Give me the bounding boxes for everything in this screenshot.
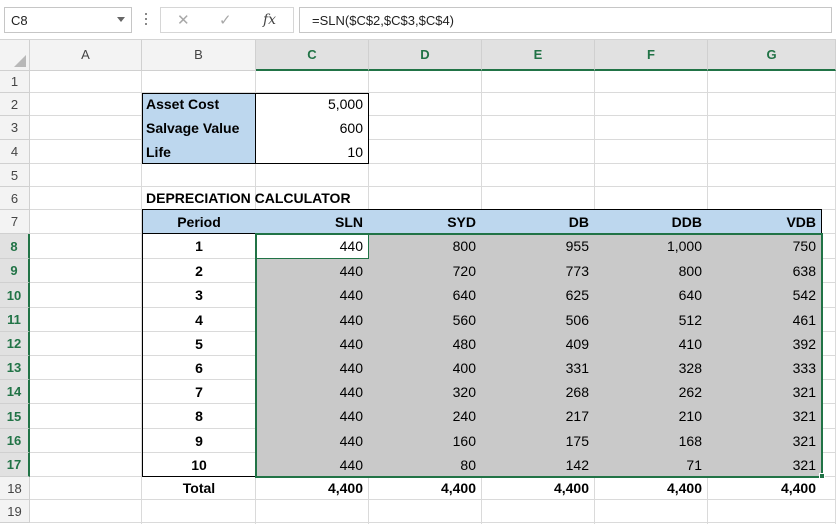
period-cell[interactable]: 5	[142, 332, 256, 356]
worksheet-grid[interactable]: A B C D E F G 1 2 3 4 5 6 7 8 9 10 11 12 13 14 15 16 17 18 19 Asse…	[0, 40, 836, 524]
row-header-11[interactable]: 11	[0, 308, 30, 332]
column-title-period[interactable]: Period	[142, 210, 256, 234]
column-header-e[interactable]: E	[482, 40, 595, 71]
column-title-db[interactable]: DB	[482, 210, 595, 234]
row-header-12[interactable]: 12	[0, 332, 30, 356]
selection-range[interactable]	[255, 233, 823, 478]
row-header-1[interactable]: 1	[0, 71, 30, 93]
row-header-5[interactable]: 5	[0, 164, 30, 187]
period-cell[interactable]: 7	[142, 380, 256, 404]
row-header-16[interactable]: 16	[0, 429, 30, 453]
column-header-g[interactable]: G	[708, 40, 836, 71]
column-title-syd[interactable]: SYD	[369, 210, 482, 234]
formula-input[interactable]: =SLN($C$2,$C$3,$C$4)	[299, 7, 832, 33]
period-cell[interactable]: 2	[142, 259, 256, 283]
column-header-a[interactable]: A	[30, 40, 142, 71]
period-cell[interactable]: 3	[142, 283, 256, 308]
total-value[interactable]: 4,400	[256, 477, 369, 500]
row-header-4[interactable]: 4	[0, 140, 30, 164]
insert-function-icon[interactable]: fx	[263, 12, 276, 28]
input-value[interactable]: 5,000	[256, 93, 369, 116]
period-cell[interactable]: 4	[142, 308, 256, 332]
period-cell[interactable]: 9	[142, 429, 256, 453]
column-header-d[interactable]: D	[369, 40, 482, 71]
row-header-7[interactable]: 7	[0, 210, 30, 234]
enter-icon[interactable]: ✓	[219, 11, 232, 29]
input-label[interactable]: Asset Cost	[142, 93, 256, 116]
row-header-8[interactable]: 8	[0, 234, 30, 259]
period-cell[interactable]: 8	[142, 404, 256, 429]
row-header-9[interactable]: 9	[0, 259, 30, 283]
row-header-3[interactable]: 3	[0, 116, 30, 140]
formula-text: =SLN($C$2,$C$3,$C$4)	[312, 13, 454, 28]
input-label[interactable]: Salvage Value	[142, 116, 256, 140]
select-all-button[interactable]	[0, 40, 30, 71]
column-header-c[interactable]: C	[256, 40, 369, 71]
period-cell[interactable]: 6	[142, 356, 256, 380]
total-value[interactable]: 4,400	[482, 477, 595, 500]
period-cell[interactable]: 10	[142, 453, 256, 477]
row-header-6[interactable]: 6	[0, 187, 30, 210]
total-value[interactable]: 4,400	[369, 477, 482, 500]
input-label[interactable]: Life	[142, 140, 256, 164]
name-box[interactable]: C8	[4, 7, 132, 33]
column-title-ddb[interactable]: DDB	[595, 210, 708, 234]
period-cell[interactable]: 1	[142, 234, 256, 259]
more-options-icon[interactable]	[144, 10, 148, 30]
input-value[interactable]: 600	[256, 116, 369, 140]
row-header-2[interactable]: 2	[0, 93, 30, 116]
name-box-value: C8	[11, 13, 28, 28]
total-value[interactable]: 4,400	[595, 477, 708, 500]
row-header-10[interactable]: 10	[0, 283, 30, 308]
row-header-13[interactable]: 13	[0, 356, 30, 380]
row-header-19[interactable]: 19	[0, 500, 30, 523]
row-header-18[interactable]: 18	[0, 477, 30, 500]
column-title-vdb[interactable]: VDB	[708, 210, 822, 234]
calculator-title: DEPRECIATION CALCULATOR	[146, 190, 351, 206]
formula-bar: C8 ✕ ✓ fx =SLN($C$2,$C$3,$C$4)	[0, 0, 836, 40]
formula-buttons: ✕ ✓ fx	[160, 7, 294, 33]
row-header-17[interactable]: 17	[0, 453, 30, 477]
chevron-down-icon[interactable]	[117, 17, 125, 22]
column-header-f[interactable]: F	[595, 40, 708, 71]
cancel-icon[interactable]: ✕	[177, 11, 190, 29]
column-header-b[interactable]: B	[142, 40, 256, 71]
total-value[interactable]: 4,400	[708, 477, 822, 500]
row-header-14[interactable]: 14	[0, 380, 30, 404]
column-title-sln[interactable]: SLN	[256, 210, 369, 234]
row-header-15[interactable]: 15	[0, 404, 30, 429]
total-label[interactable]: Total	[142, 477, 256, 500]
input-value[interactable]: 10	[256, 140, 369, 164]
